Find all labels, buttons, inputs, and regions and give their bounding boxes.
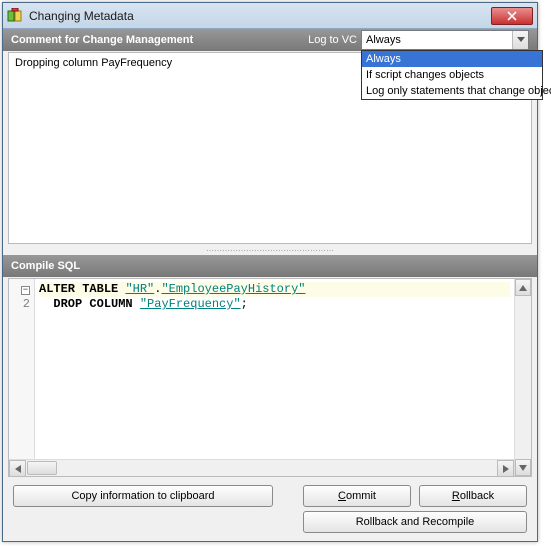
- scroll-up-icon[interactable]: [515, 279, 531, 296]
- close-button[interactable]: [491, 7, 533, 25]
- sql-editor[interactable]: − 2 ALTER TABLE "HR"."EmployeePayHistory…: [8, 278, 532, 477]
- dropdown-value: Always: [366, 34, 512, 46]
- code-content[interactable]: ALTER TABLE "HR"."EmployeePayHistory" DR…: [35, 279, 514, 476]
- app-icon: [7, 8, 23, 24]
- line-number-2: 2: [9, 297, 34, 312]
- button-row-1: Copy information to clipboard Commit Rol…: [3, 481, 537, 509]
- scroll-right-icon[interactable]: [497, 460, 514, 477]
- comment-section-header: Comment for Change Management Log to VC …: [3, 29, 537, 51]
- button-row-2: Rollback and Recompile: [3, 509, 537, 541]
- vertical-scrollbar[interactable]: [514, 279, 531, 476]
- dropdown-option-always[interactable]: Always: [362, 51, 542, 67]
- scroll-left-icon[interactable]: [9, 460, 26, 477]
- horizontal-thumb[interactable]: [27, 461, 57, 475]
- rollback-recompile-button[interactable]: Rollback and Recompile: [303, 511, 527, 533]
- rollback-button[interactable]: Rollback: [419, 485, 527, 507]
- code-line-1: ALTER TABLE "HR"."EmployeePayHistory": [39, 282, 510, 297]
- chevron-down-icon[interactable]: [512, 31, 528, 49]
- scroll-down-icon[interactable]: [515, 459, 531, 476]
- code-line-2: DROP COLUMN "PayFrequency";: [39, 297, 510, 312]
- grip-icon: ········································…: [206, 249, 334, 253]
- log-to-vc-dropdown[interactable]: Always Always If script changes objects …: [361, 30, 529, 50]
- comment-header-label: Comment for Change Management: [11, 34, 193, 46]
- compile-section-header: Compile SQL: [3, 255, 537, 277]
- horizontal-splitter[interactable]: ········································…: [3, 247, 537, 255]
- close-icon: [507, 11, 517, 21]
- titlebar[interactable]: Changing Metadata: [3, 3, 537, 29]
- log-to-vc-label: Log to VC: [308, 34, 357, 46]
- commit-button[interactable]: Commit: [303, 485, 411, 507]
- editor-gutter: − 2: [9, 279, 35, 476]
- dropdown-option-log-only[interactable]: Log only statements that change objects: [362, 83, 542, 99]
- dropdown-option-script-changes[interactable]: If script changes objects: [362, 67, 542, 83]
- dialog-window: Changing Metadata Comment for Change Man…: [2, 2, 538, 542]
- compile-header-label: Compile SQL: [11, 260, 80, 272]
- window-title: Changing Metadata: [29, 9, 491, 23]
- dropdown-list[interactable]: Always If script changes objects Log onl…: [361, 50, 543, 100]
- horizontal-scrollbar[interactable]: [26, 460, 497, 476]
- copy-info-button[interactable]: Copy information to clipboard: [13, 485, 273, 507]
- fold-icon[interactable]: −: [21, 286, 30, 295]
- comment-text: Dropping column PayFrequency: [15, 57, 172, 69]
